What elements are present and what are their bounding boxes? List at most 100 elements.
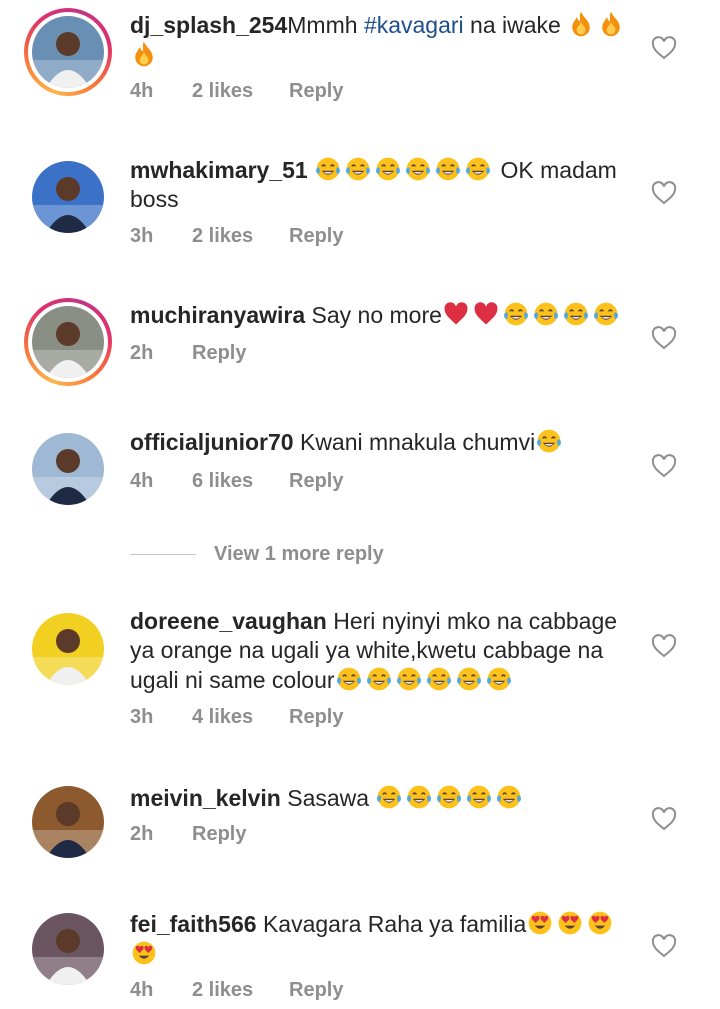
- hashtag-link[interactable]: #kavagari: [364, 12, 464, 38]
- view-more-label[interactable]: View 1 more reply: [214, 543, 384, 566]
- comment-text: fei_faith566 Kavagara Raha ya familia: [130, 909, 640, 969]
- reply-button[interactable]: Reply: [192, 342, 246, 365]
- like-count[interactable]: 2 likes: [192, 80, 289, 103]
- avatar[interactable]: [24, 8, 112, 96]
- comment-body: Mmmh: [287, 12, 364, 38]
- avatar[interactable]: [24, 605, 112, 693]
- joy-emoji: [404, 155, 432, 183]
- avatar[interactable]: [24, 778, 112, 866]
- username-link[interactable]: muchiranyawira: [130, 302, 305, 328]
- timestamp: 4h: [130, 80, 154, 102]
- fire-emoji: [567, 10, 595, 38]
- joy-emoji: [592, 300, 620, 328]
- joy-emoji: [344, 155, 372, 183]
- avatar-image: [32, 786, 104, 858]
- reply-button[interactable]: Reply: [289, 80, 343, 103]
- fire-emoji: [130, 40, 158, 68]
- comment-meta: 4h 6 likes Reply: [130, 470, 343, 493]
- joy-emoji: [465, 783, 493, 811]
- username-link[interactable]: mwhakimary_51: [130, 157, 308, 183]
- comment-body: Kavagara Raha ya familia: [256, 911, 527, 937]
- avatar-image: [32, 16, 104, 88]
- timestamp: 3h: [130, 706, 154, 728]
- like-count[interactable]: 2 likes: [192, 979, 289, 1002]
- joy-emoji: [405, 783, 433, 811]
- username-link[interactable]: officialjunior70: [130, 429, 294, 455]
- avatar[interactable]: [24, 425, 112, 513]
- heart-outline-icon[interactable]: [651, 181, 677, 205]
- view-more-replies[interactable]: View 1 more reply: [130, 543, 384, 566]
- heart-outline-icon[interactable]: [651, 326, 677, 350]
- joy-emoji: [314, 155, 342, 183]
- comment-text: doreene_vaughan Heri nyinyi mko na cabba…: [130, 607, 640, 695]
- avatar-image: [32, 433, 104, 505]
- avatar[interactable]: [24, 153, 112, 241]
- joy-emoji: [375, 783, 403, 811]
- reply-button[interactable]: Reply: [289, 706, 343, 729]
- heart-outline-icon[interactable]: [651, 454, 677, 478]
- heart-emoji: [442, 300, 470, 328]
- comment-body: Sasawa: [280, 785, 376, 811]
- comment-meta: 3h 4 likes Reply: [130, 706, 343, 729]
- like-count[interactable]: 4 likes: [192, 706, 289, 729]
- reply-button[interactable]: Reply: [289, 225, 343, 248]
- joy-emoji: [535, 427, 563, 455]
- username-link[interactable]: doreene_vaughan: [130, 608, 327, 634]
- avatar-image: [32, 913, 104, 985]
- username-link[interactable]: fei_faith566: [130, 911, 257, 937]
- joy-emoji: [374, 155, 402, 183]
- comment-body-tail: na iwake: [463, 12, 568, 38]
- comment-meta: 4h 2 likes Reply: [130, 979, 343, 1002]
- heart-eyes-emoji: [586, 909, 614, 937]
- joy-emoji: [502, 300, 530, 328]
- comment-meta: 3h 2 likes Reply: [130, 225, 343, 248]
- joy-emoji: [434, 155, 462, 183]
- heart-emoji: [472, 300, 500, 328]
- avatar[interactable]: [24, 905, 112, 993]
- comment-meta: 2h Reply: [130, 342, 246, 365]
- timestamp: 3h: [130, 225, 154, 247]
- joy-emoji: [495, 783, 523, 811]
- avatar-image: [32, 161, 104, 233]
- joy-emoji: [335, 665, 363, 693]
- divider-line: [130, 554, 196, 555]
- heart-eyes-emoji: [526, 909, 554, 937]
- joy-emoji: [455, 665, 483, 693]
- reply-button[interactable]: Reply: [289, 979, 343, 1002]
- heart-outline-icon[interactable]: [651, 634, 677, 658]
- comment-text: muchiranyawira Say no more: [130, 300, 640, 330]
- joy-emoji: [532, 300, 560, 328]
- reply-button[interactable]: Reply: [289, 470, 343, 493]
- joy-emoji: [395, 665, 423, 693]
- heart-outline-icon[interactable]: [651, 934, 677, 958]
- timestamp: 4h: [130, 470, 154, 492]
- like-count[interactable]: 6 likes: [192, 470, 289, 493]
- joy-emoji: [464, 155, 492, 183]
- comment-text: officialjunior70 Kwani mnakula chumvi: [130, 427, 640, 457]
- joy-emoji: [485, 665, 513, 693]
- username-link[interactable]: dj_splash_254: [130, 12, 287, 38]
- avatar[interactable]: [24, 298, 112, 386]
- timestamp: 2h: [130, 823, 154, 845]
- heart-eyes-emoji: [130, 939, 158, 967]
- joy-emoji: [425, 665, 453, 693]
- joy-emoji: [365, 665, 393, 693]
- comment-text: meivin_kelvin Sasawa: [130, 783, 640, 813]
- joy-emoji: [562, 300, 590, 328]
- avatar-image: [32, 613, 104, 685]
- timestamp: 4h: [130, 979, 154, 1001]
- heart-eyes-emoji: [556, 909, 584, 937]
- username-link[interactable]: meivin_kelvin: [130, 785, 281, 811]
- avatar-image: [32, 306, 104, 378]
- reply-button[interactable]: Reply: [192, 823, 246, 846]
- heart-outline-icon[interactable]: [651, 807, 677, 831]
- joy-emoji: [435, 783, 463, 811]
- comment-text: dj_splash_254Mmmh #kavagari na iwake: [130, 10, 640, 70]
- comment-meta: 2h Reply: [130, 823, 246, 846]
- like-count[interactable]: 2 likes: [192, 225, 289, 248]
- heart-outline-icon[interactable]: [651, 36, 677, 60]
- comment-body: Kwani mnakula chumvi: [293, 429, 536, 455]
- fire-emoji: [597, 10, 625, 38]
- timestamp: 2h: [130, 342, 154, 364]
- comment-body: Say no more: [305, 302, 442, 328]
